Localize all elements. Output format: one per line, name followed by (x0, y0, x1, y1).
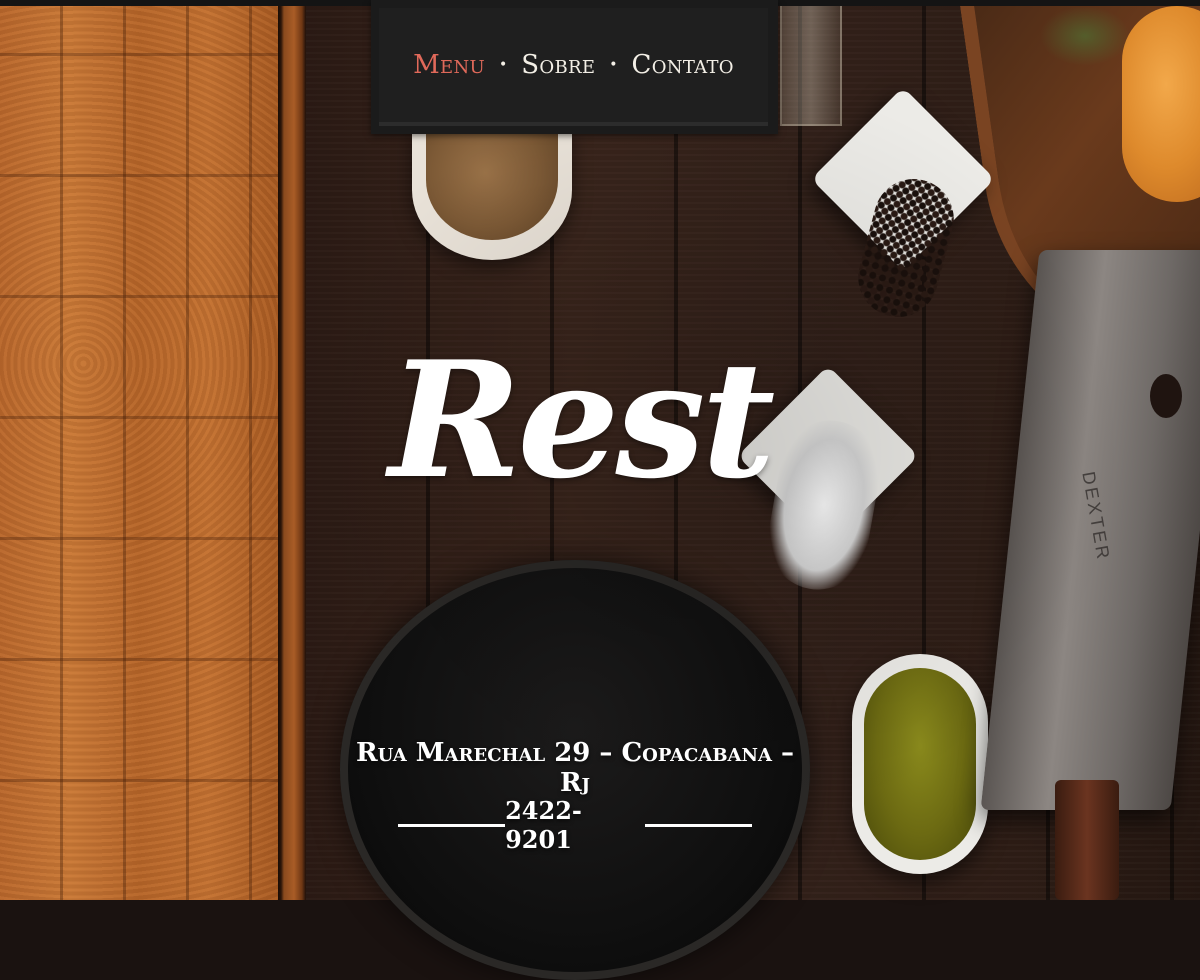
herb-image (1040, 6, 1130, 66)
main-nav: Menu • Sobre • Contato (371, 0, 778, 134)
cleaver-hole (1150, 374, 1182, 418)
olive-oil-bowl-image (852, 654, 988, 874)
brand-logo: Rest (388, 326, 776, 514)
phone-row: 2422-9201 (398, 796, 752, 854)
nav-link-sobre[interactable]: Sobre (507, 50, 609, 80)
divider-right (644, 823, 752, 827)
nav-separator: • (499, 57, 508, 73)
nav-link-contato[interactable]: Contato (618, 50, 748, 80)
cleaver-handle (1055, 780, 1119, 900)
wood-board-background (0, 6, 278, 900)
address-text: Rua Marechal 29 – Copacabana – Rj (356, 738, 794, 798)
glass-jar-image (780, 6, 842, 126)
nav-link-menu[interactable]: Menu (399, 50, 499, 80)
nav-bar: Menu • Sobre • Contato (379, 8, 768, 126)
orange-image (1122, 6, 1200, 202)
nav-separator: • (609, 57, 618, 73)
phone-number: 2422-9201 (505, 796, 582, 854)
divider-left (398, 823, 506, 827)
board-edge (278, 6, 306, 900)
